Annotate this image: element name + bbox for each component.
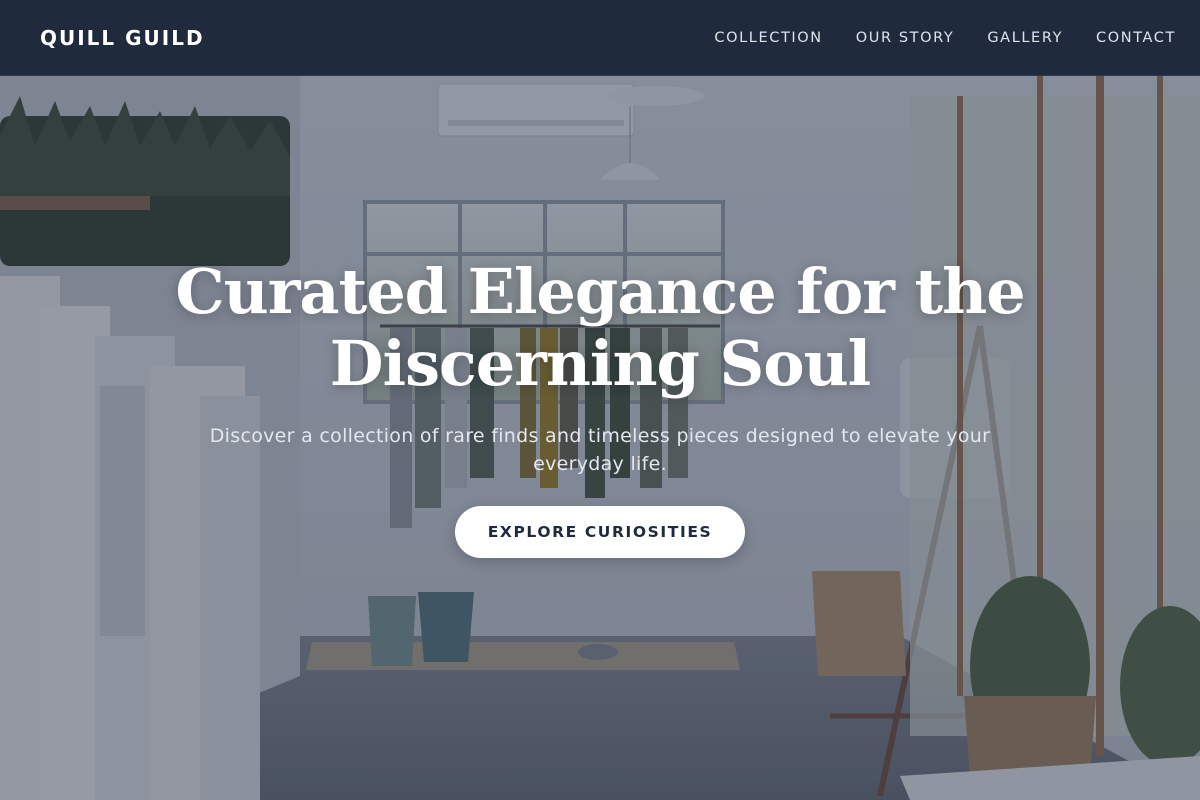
hero-subtext: Discover a collection of rare finds and … [209,425,991,475]
top-navbar: QUILL GUILD COLLECTION OUR STORY GALLERY… [0,0,1200,76]
explore-curiosities-button[interactable]: EXPLORE CURIOSITIES [454,506,746,558]
brand-logo[interactable]: QUILL GUILD [40,26,205,50]
hero-section: Curated Elegance for the Discerning Soul… [0,76,1200,800]
nav-link-gallery[interactable]: GALLERY [987,30,1063,46]
nav-link-contact[interactable]: CONTACT [1096,30,1176,46]
nav-link-our-story[interactable]: OUR STORY [856,30,955,46]
hero-headline-line1: Curated Elegance for the [175,255,1025,328]
nav-links: COLLECTION OUR STORY GALLERY CONTACT [714,30,1176,46]
hero-content: Curated Elegance for the Discerning Soul… [0,256,1200,558]
hero-headline: Curated Elegance for the Discerning Soul [150,256,1050,400]
nav-link-collection[interactable]: COLLECTION [714,30,822,46]
hero-headline-line2: Discerning Soul [329,327,871,400]
